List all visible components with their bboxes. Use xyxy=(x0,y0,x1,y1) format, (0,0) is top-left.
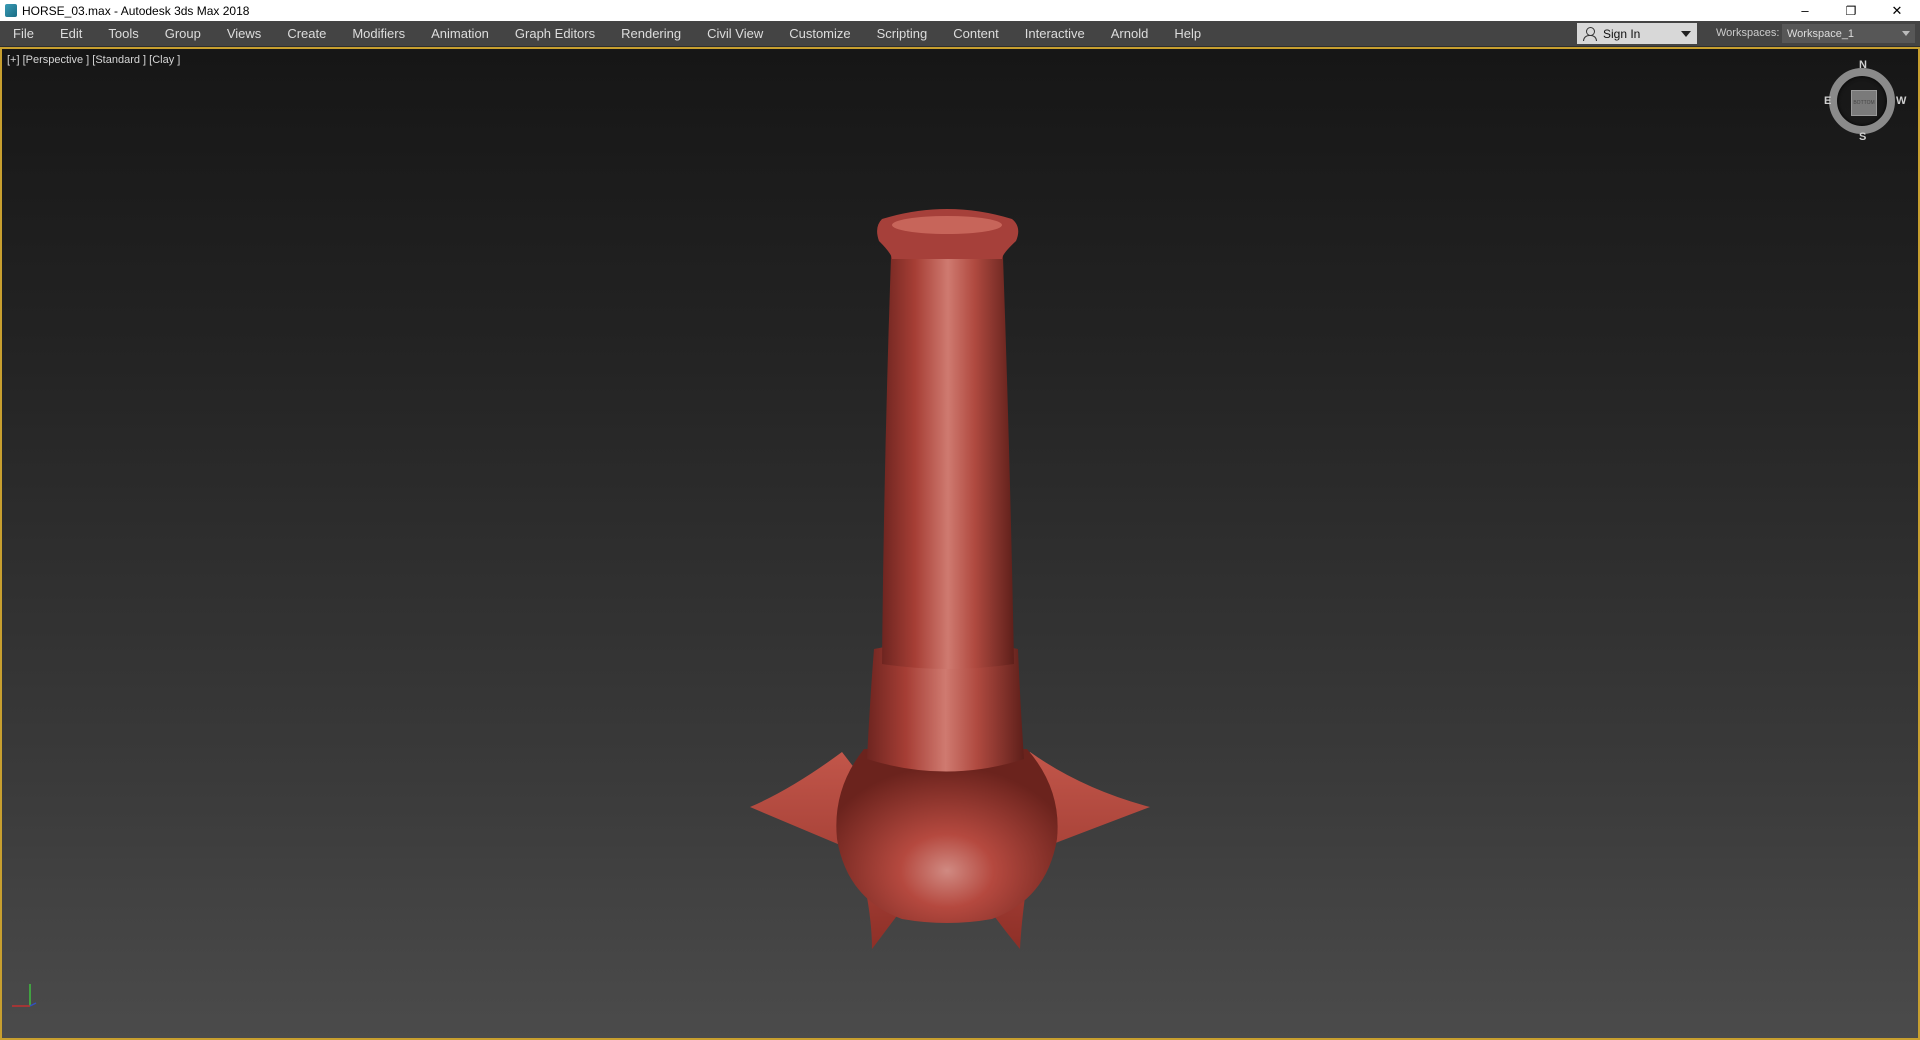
menu-rendering[interactable]: Rendering xyxy=(608,21,694,46)
menu-items: File Edit Tools Group Views Create Modifiers An… xyxy=(0,21,1214,46)
window-controls: – ❐ ✕ xyxy=(1782,0,1920,21)
workspace-value: Workspace_1 xyxy=(1787,27,1855,40)
3ds-max-app-icon[interactable] xyxy=(5,4,17,17)
menu-civil-view[interactable]: Civil View xyxy=(694,21,776,46)
compass-n-label: N xyxy=(1859,59,1867,71)
compass-e-label: E xyxy=(1824,95,1832,107)
menu-create[interactable]: Create xyxy=(274,21,339,46)
workspaces-label: Workspaces: xyxy=(1716,27,1780,39)
menu-group[interactable]: Group xyxy=(152,21,214,46)
menu-modifiers[interactable]: Modifiers xyxy=(339,21,418,46)
sign-in-dropdown[interactable]: Sign In xyxy=(1577,23,1697,44)
menu-views[interactable]: Views xyxy=(214,21,274,46)
window-title: HORSE_03.max - Autodesk 3ds Max 2018 xyxy=(22,3,250,18)
minimize-icon: – xyxy=(1801,3,1809,18)
workspace-select[interactable]: Workspace_1 xyxy=(1782,24,1915,43)
user-icon xyxy=(1583,26,1597,41)
close-button[interactable]: ✕ xyxy=(1874,0,1920,21)
menu-animation[interactable]: Animation xyxy=(418,21,502,46)
restore-icon: ❐ xyxy=(1845,3,1857,18)
perspective-viewport[interactable]: [+] [Perspective ] [Standard ] [Clay ] B… xyxy=(0,47,1920,1040)
minimize-button[interactable]: – xyxy=(1782,0,1828,21)
chevron-down-icon[interactable] xyxy=(1902,31,1910,36)
menu-scripting[interactable]: Scripting xyxy=(864,21,941,46)
menu-customize[interactable]: Customize xyxy=(776,21,863,46)
axis-tripod-icon xyxy=(12,984,37,1007)
viewcube-face[interactable]: BOTTOM xyxy=(1851,90,1877,116)
hoof-bulb xyxy=(836,749,1058,923)
horse-leg-model[interactable] xyxy=(2,49,1918,1038)
compass-w-label: W xyxy=(1896,95,1907,107)
menu-file[interactable]: File xyxy=(13,21,47,46)
menu-arnold[interactable]: Arnold xyxy=(1098,21,1162,46)
chevron-down-icon[interactable] xyxy=(1681,31,1691,37)
close-icon: ✕ xyxy=(1891,2,1903,18)
menu-edit[interactable]: Edit xyxy=(47,21,95,46)
menu-tools[interactable]: Tools xyxy=(95,21,151,46)
restore-button[interactable]: ❐ xyxy=(1828,0,1874,21)
compass-s-label: S xyxy=(1859,131,1867,143)
title-bar: HORSE_03.max - Autodesk 3ds Max 2018 – ❐… xyxy=(0,0,1920,21)
menu-interactive[interactable]: Interactive xyxy=(1012,21,1098,46)
menu-help[interactable]: Help xyxy=(1161,21,1214,46)
viewcube[interactable]: BOTTOM N S E W xyxy=(1824,59,1907,143)
menu-content[interactable]: Content xyxy=(940,21,1012,46)
menu-graph-editors[interactable]: Graph Editors xyxy=(502,21,608,46)
menu-bar: File Edit Tools Group Views Create Modifiers An… xyxy=(0,21,1920,47)
sign-in-label: Sign In xyxy=(1603,26,1641,41)
app-window: HORSE_03.max - Autodesk 3ds Max 2018 – ❐… xyxy=(0,0,1920,1040)
leg-shaft xyxy=(882,229,1014,669)
